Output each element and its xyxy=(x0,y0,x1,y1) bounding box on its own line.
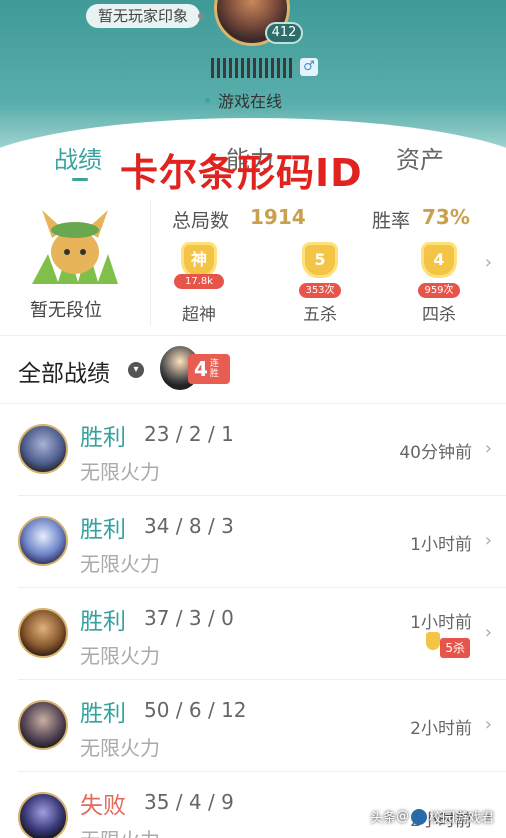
winrate-label: 胜率 xyxy=(372,210,411,232)
stats-divider xyxy=(150,200,151,326)
chevron-right-icon: › xyxy=(484,438,492,459)
match-result: 失败 xyxy=(80,793,126,819)
list-item[interactable]: 失败 35 / 4 / 9 无限火力 2小时前 › xyxy=(18,772,506,838)
match-result: 胜利 xyxy=(80,609,126,635)
total-games-label: 总局数 xyxy=(172,210,230,232)
history-header: 全部战绩 ▾ 4 连胜 xyxy=(0,336,506,404)
match-mode: 无限火力 xyxy=(80,552,160,576)
list-item[interactable]: 胜利 50 / 6 / 12 无限火力 2小时前 › xyxy=(18,680,506,772)
chevron-down-icon[interactable]: ▾ xyxy=(128,362,144,378)
streak-number: 4 xyxy=(194,357,208,381)
match-mode: 无限火力 xyxy=(80,824,160,838)
match-time: 1小时前 xyxy=(410,535,472,555)
tab-match-history[interactable]: 战绩 xyxy=(54,140,102,175)
winrate-value: 73% xyxy=(422,205,470,229)
player-impression-tag[interactable]: 暂无玩家印象 xyxy=(86,4,205,28)
legendary-count: 17.8k次 xyxy=(174,274,224,302)
player-level-badge: 412 xyxy=(265,22,303,44)
match-mode: 无限火力 xyxy=(80,736,160,760)
legendary-badge: 神 17.8k次 超神 xyxy=(174,242,224,325)
impression-dot-icon xyxy=(198,13,205,19)
pentakill-badge: 5 353次 五杀 xyxy=(295,242,345,325)
active-tab-indicator xyxy=(72,178,88,181)
gender-male-icon: ♂ xyxy=(300,58,318,76)
list-item[interactable]: 胜利 37 / 3 / 0 无限火力 1小时前 5杀 › xyxy=(18,588,506,680)
player-impression-text: 暂无玩家印象 xyxy=(98,7,189,25)
match-kda: 50 / 6 / 12 xyxy=(144,698,247,722)
champion-avatar xyxy=(18,792,68,838)
list-item[interactable]: 胜利 23 / 2 / 1 无限火力 40分钟前 › xyxy=(18,404,506,496)
teemo-rank-icon xyxy=(32,210,118,284)
source-account: 校园游戏君 xyxy=(428,811,494,826)
pentakill-shield-icon: 5 xyxy=(302,242,338,278)
tab-assets[interactable]: 资产 xyxy=(396,140,444,175)
rank-label: 暂无段位 xyxy=(30,300,102,321)
legendary-shield-icon: 神 xyxy=(181,242,217,278)
player-name-barcode xyxy=(211,58,293,78)
match-kda: 23 / 2 / 1 xyxy=(144,422,234,446)
match-time: 2小时前 xyxy=(410,719,472,739)
match-kda: 35 / 4 / 9 xyxy=(144,790,234,814)
quadrakill-badge: 4 959次 四杀 xyxy=(414,242,464,325)
chevron-right-icon[interactable]: › xyxy=(485,252,492,273)
source-prefix: 头条 xyxy=(369,811,396,826)
source-at: @ xyxy=(395,809,409,824)
history-filter-title[interactable]: 全部战绩 xyxy=(18,354,110,388)
match-result: 胜利 xyxy=(80,425,126,451)
total-games-value: 1914 xyxy=(250,205,306,229)
pentakill-tag: 5杀 xyxy=(440,638,470,658)
overlay-watermark-text: 卡尔条形码ID xyxy=(120,151,363,195)
stats-panel[interactable]: 暂无段位 总局数 1914 胜率 73% 神 17.8k次 超神 5 353次 … xyxy=(0,190,506,336)
account-logo-icon xyxy=(410,808,427,825)
online-dot-icon xyxy=(205,97,210,103)
win-streak-badge: 4 连胜 xyxy=(188,354,230,384)
list-item[interactable]: 胜利 34 / 8 / 3 无限火力 1小时前 › xyxy=(18,496,506,588)
champion-avatar xyxy=(18,700,68,750)
chevron-right-icon: › xyxy=(484,714,492,735)
streak-text: 连胜 xyxy=(209,359,219,379)
chevron-right-icon: › xyxy=(484,622,492,643)
pentakill-label: 五杀 xyxy=(303,305,337,325)
match-result: 胜利 xyxy=(80,701,126,727)
champion-avatar xyxy=(18,424,68,474)
pentakill-count: 353次 xyxy=(299,283,341,298)
match-mode: 无限火力 xyxy=(80,644,160,668)
match-time: 1小时前 xyxy=(410,613,472,633)
match-time: 40分钟前 xyxy=(399,443,472,463)
champion-avatar xyxy=(18,516,68,566)
match-kda: 37 / 3 / 0 xyxy=(144,606,234,630)
chevron-right-icon: › xyxy=(484,530,492,551)
online-status: 游戏在线 xyxy=(205,88,282,112)
champion-avatar xyxy=(18,608,68,658)
match-kda: 34 / 8 / 3 xyxy=(144,514,234,538)
quadrakill-count: 959次 xyxy=(418,283,460,298)
quadrakill-shield-icon: 4 xyxy=(421,242,457,278)
source-watermark: 头条 @ 校园游戏君 xyxy=(370,807,494,826)
match-result: 胜利 xyxy=(80,517,126,543)
match-mode: 无限火力 xyxy=(80,460,160,484)
legendary-label: 超神 xyxy=(182,305,216,325)
match-history-screen: 暂无玩家印象 412 ♂ 游戏在线 战绩 能力 资产 卡尔条形码ID 暂无段位 … xyxy=(0,0,506,838)
match-list: 胜利 23 / 2 / 1 无限火力 40分钟前 › 胜利 34 / 8 / 3… xyxy=(0,404,506,838)
online-status-text: 游戏在线 xyxy=(218,92,283,111)
quadrakill-label: 四杀 xyxy=(422,305,456,325)
pentakill-shield-icon xyxy=(426,632,440,650)
